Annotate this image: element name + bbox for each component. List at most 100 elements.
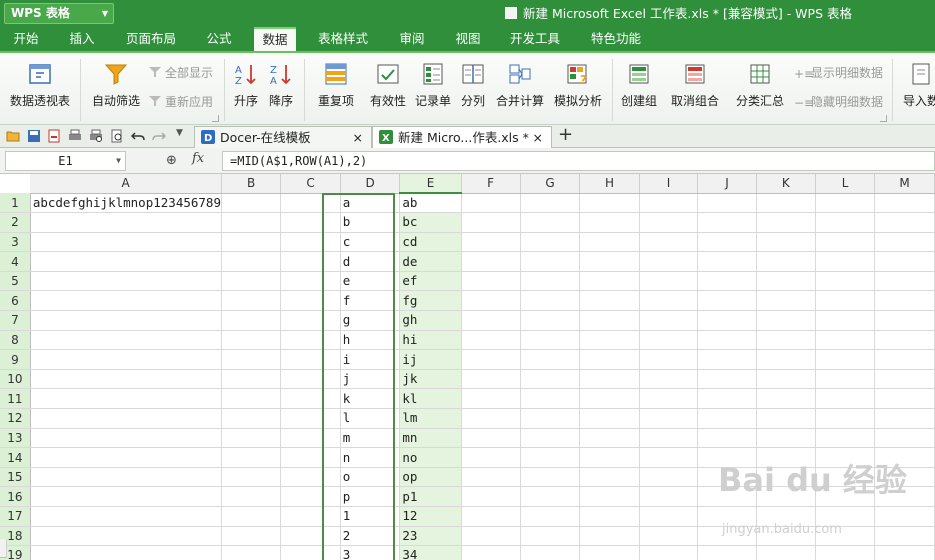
column-header-m[interactable]: M (874, 174, 935, 194)
subtotal-button[interactable]: 分类汇总 (730, 53, 790, 125)
cell-m4[interactable] (874, 251, 935, 272)
cell-k9[interactable] (756, 349, 817, 370)
cell-m18[interactable] (874, 526, 935, 547)
cell-c13[interactable] (280, 428, 341, 449)
outline-group-launcher[interactable] (880, 115, 887, 122)
cell-d13[interactable]: m (340, 428, 401, 449)
menu-developer[interactable]: 开发工具 (506, 27, 564, 51)
cell-m9[interactable] (874, 349, 935, 370)
cell-i19[interactable] (639, 545, 699, 560)
close-icon[interactable]: × (353, 127, 363, 148)
cell-b19[interactable] (221, 545, 282, 560)
cell-k10[interactable] (756, 369, 817, 390)
cell-k12[interactable] (756, 408, 817, 429)
cell-k7[interactable] (756, 310, 817, 331)
menu-home[interactable]: 开始 (6, 27, 46, 51)
undo-icon[interactable] (131, 129, 145, 143)
cell-k1[interactable] (756, 193, 817, 214)
menu-review[interactable]: 审阅 (392, 27, 432, 51)
cell-d18[interactable]: 2 (340, 526, 401, 547)
cell-a8[interactable] (30, 330, 222, 351)
cell-b2[interactable] (221, 212, 282, 233)
cell-m11[interactable] (874, 388, 935, 410)
pivot-table-button[interactable]: 数据透视表 (5, 53, 75, 125)
cell-k11[interactable] (756, 388, 817, 410)
cell-g13[interactable] (520, 428, 581, 449)
cell-c14[interactable] (280, 447, 341, 468)
cell-f3[interactable] (461, 232, 521, 253)
cell-b14[interactable] (221, 447, 282, 468)
cell-i3[interactable] (639, 232, 699, 253)
cell-h8[interactable] (579, 330, 640, 351)
cell-e10[interactable]: jk (399, 369, 462, 390)
cell-f2[interactable] (461, 212, 521, 233)
cell-l9[interactable] (815, 349, 876, 370)
cell-i4[interactable] (639, 251, 699, 272)
menu-formulas[interactable]: 公式 (197, 27, 241, 51)
cell-f17[interactable] (461, 506, 521, 527)
cell-f18[interactable] (461, 526, 521, 547)
cell-a14[interactable] (30, 447, 222, 468)
column-header-g[interactable]: G (520, 174, 581, 194)
cell-g6[interactable] (520, 290, 581, 312)
cell-h2[interactable] (579, 212, 640, 233)
cell-e8[interactable]: hi (399, 330, 462, 351)
cell-e7[interactable]: gh (399, 310, 462, 331)
cell-l12[interactable] (815, 408, 876, 429)
cell-c8[interactable] (280, 330, 341, 351)
menu-page-layout[interactable]: 页面布局 (121, 27, 181, 51)
cell-l19[interactable] (815, 545, 876, 560)
cell-f9[interactable] (461, 349, 521, 370)
cell-g5[interactable] (520, 271, 581, 292)
cell-h7[interactable] (579, 310, 640, 331)
cell-b6[interactable] (221, 290, 282, 312)
cell-j1[interactable] (697, 193, 757, 214)
show-all-button[interactable]: 全部显示 (148, 64, 213, 81)
tab-docer[interactable]: D Docer-在线模板 × (194, 126, 372, 148)
cell-g7[interactable] (520, 310, 581, 331)
cell-e1[interactable]: ab (399, 193, 462, 214)
cell-j8[interactable] (697, 330, 757, 351)
cell-l13[interactable] (815, 428, 876, 449)
cell-b16[interactable] (221, 486, 282, 507)
cell-d17[interactable]: 1 (340, 506, 401, 527)
row-header[interactable]: 13 (0, 428, 31, 449)
row-header[interactable]: 17 (0, 506, 31, 527)
cell-d9[interactable]: i (340, 349, 401, 370)
cell-a12[interactable] (30, 408, 222, 429)
cell-f8[interactable] (461, 330, 521, 351)
cell-a5[interactable] (30, 271, 222, 292)
cell-f10[interactable] (461, 369, 521, 390)
cell-i17[interactable] (639, 506, 699, 527)
cell-g12[interactable] (520, 408, 581, 429)
cell-d6[interactable]: f (340, 290, 401, 312)
cell-h4[interactable] (579, 251, 640, 272)
cell-e3[interactable]: cd (399, 232, 462, 253)
cell-d3[interactable]: c (340, 232, 401, 253)
cell-g18[interactable] (520, 526, 581, 547)
column-header-l[interactable]: L (815, 174, 876, 194)
cell-a7[interactable] (30, 310, 222, 331)
menu-data[interactable]: 数据 (254, 27, 296, 51)
cell-a2[interactable] (30, 212, 222, 233)
cell-h12[interactable] (579, 408, 640, 429)
cell-l11[interactable] (815, 388, 876, 410)
cell-c4[interactable] (280, 251, 341, 272)
cell-i9[interactable] (639, 349, 699, 370)
cell-c6[interactable] (280, 290, 341, 312)
split-column-button[interactable]: 分列 (456, 53, 490, 125)
cell-g4[interactable] (520, 251, 581, 272)
row-header[interactable]: 3 (0, 232, 31, 253)
cell-b15[interactable] (221, 467, 282, 488)
cell-g1[interactable] (520, 193, 581, 214)
close-icon[interactable]: × (533, 127, 543, 148)
cell-m10[interactable] (874, 369, 935, 390)
cell-k13[interactable] (756, 428, 817, 449)
cell-e5[interactable]: ef (399, 271, 462, 292)
create-group-button[interactable]: 创建组 (616, 53, 662, 125)
save-icon[interactable] (27, 129, 41, 143)
cell-l3[interactable] (815, 232, 876, 253)
row-header[interactable]: 5 (0, 271, 31, 292)
cell-c1[interactable] (280, 193, 341, 214)
cell-m2[interactable] (874, 212, 935, 233)
